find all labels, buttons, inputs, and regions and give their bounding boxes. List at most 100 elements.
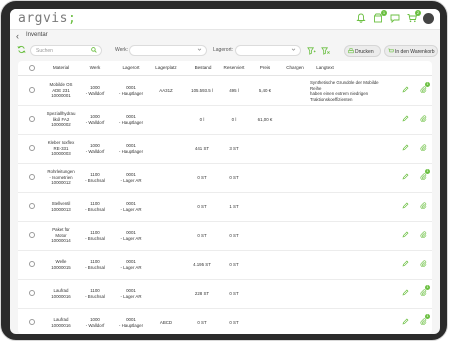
filter-bar: Suchen Werk: Lagerort: Drucken In den Wa… — [10, 43, 440, 59]
material-cell: Kleber Ioxflex RE-331 10000003 — [42, 140, 80, 157]
row-checkbox[interactable] — [29, 203, 35, 209]
column-header[interactable]: Chargen — [280, 65, 310, 70]
table-row[interactable]: Laufrad 10000016 1000- Walldorf 0001- Haupt… — [18, 308, 432, 334]
reserviert-cell: 495 l — [229, 88, 239, 93]
search-input[interactable]: Suchen — [30, 45, 102, 56]
column-header[interactable]: Material — [46, 65, 76, 70]
lagerort-cell-line: - Hauptlager — [118, 322, 144, 328]
material-cell: Laufrad 10000016 — [42, 288, 80, 299]
attachment-icon[interactable] — [420, 202, 427, 211]
bestand-cell: 0 ST — [197, 320, 207, 325]
attachment-icon[interactable] — [420, 115, 427, 124]
material-cell-line: Rohrleitungen — [47, 169, 75, 174]
lagerort-cell: 0001- Lager AR — [114, 172, 148, 183]
avatar[interactable] — [423, 13, 434, 24]
bell-icon[interactable] — [355, 13, 366, 24]
lagerort-cell: 0001- Hauptlager — [114, 317, 148, 328]
edit-pencil-icon[interactable] — [402, 318, 409, 327]
attachment-icon[interactable] — [420, 289, 427, 298]
lagerort-select[interactable] — [235, 45, 301, 56]
column-header[interactable]: Bestand — [188, 65, 218, 70]
column-header[interactable]: Langtext — [310, 65, 340, 70]
app-screen: argvis; 1 2 ‹ Inventar Suchen Werk: Lage… — [10, 9, 440, 334]
werk-cell-line: - Walldorf — [85, 148, 105, 154]
back-arrow-icon[interactable]: ‹ — [16, 31, 19, 41]
attachment-icon[interactable] — [420, 173, 427, 182]
attachment-count-badge: 1 — [425, 169, 430, 174]
material-cell: Paket für Motor 10000014 — [42, 227, 80, 244]
add-to-cart-button[interactable]: In den Warenkorb — [384, 45, 438, 57]
select-all-checkbox[interactable] — [29, 65, 35, 71]
row-checkbox[interactable] — [29, 290, 35, 296]
table-row[interactable]: Stellventil 10000013 1100- Bruchsal 0001- L… — [18, 192, 432, 222]
column-header[interactable]: Werk — [80, 65, 110, 70]
attachment-icon[interactable] — [420, 86, 427, 95]
lagerort-cell-line: - Hauptlager — [118, 148, 144, 154]
attachment-icon[interactable] — [420, 318, 427, 327]
tablet-frame: argvis; 1 2 ‹ Inventar Suchen Werk: Lage… — [0, 0, 448, 341]
attachment-icon[interactable] — [420, 144, 427, 153]
reserviert-cell: 1 ST — [229, 204, 239, 209]
search-icon[interactable] — [91, 47, 97, 55]
row-checkbox[interactable] — [29, 145, 35, 151]
row-checkbox[interactable] — [29, 261, 35, 267]
table-row[interactable]: Mobilde OS ADE 231 10000001 1000- Walldorf 0… — [18, 76, 432, 106]
row-checkbox[interactable] — [29, 319, 35, 325]
edit-pencil-icon[interactable] — [402, 260, 409, 269]
column-header[interactable]: Lagerplatz — [148, 65, 184, 70]
langtext-line: Traktionskoeffizienten — [310, 96, 353, 102]
breadcrumb: ‹ Inventar — [10, 30, 440, 43]
lagerort-label: Lagerort: — [213, 47, 234, 53]
filter-add-icon[interactable] — [307, 46, 316, 57]
table-row[interactable]: Kleber Ioxflex RE-331 10000003 1000- Walldo… — [18, 134, 432, 164]
chevron-down-icon — [197, 47, 202, 54]
werk-select[interactable] — [129, 45, 207, 56]
print-button[interactable]: Drucken — [344, 45, 381, 57]
edit-pencil-icon[interactable] — [402, 173, 409, 182]
edit-pencil-icon[interactable] — [402, 289, 409, 298]
cart-badge: 2 — [415, 10, 421, 16]
table-row[interactable]: Paket für Motor 10000014 1100- Bruchsal 0001… — [18, 221, 432, 251]
row-checkbox[interactable] — [29, 174, 35, 180]
refresh-icon[interactable] — [17, 45, 26, 56]
langtext-cell: Synthetische Grundöle der Mobilde Reihe h… — [310, 80, 390, 102]
column-header[interactable]: Lagerort — [114, 65, 148, 70]
reserviert-cell: 0 ST — [229, 320, 239, 325]
werk-cell: 1100- Bruchsal — [80, 230, 110, 241]
column-header[interactable]: Reserviert — [218, 65, 250, 70]
material-cell-line: 10000003 — [51, 151, 71, 157]
werk-cell-line: - Bruchsal — [85, 293, 105, 299]
row-checkbox[interactable] — [29, 116, 35, 122]
werk-cell: 1000- Walldorf — [80, 114, 110, 125]
cart-icon[interactable]: 2 — [406, 10, 421, 24]
bestand-cell: 105.593.5 l — [191, 88, 213, 93]
material-cell-line: 10000015 — [51, 264, 71, 270]
table-row[interactable]: Rohrleitungen - Isometrien 10000012 1100- B… — [18, 163, 432, 193]
table-row[interactable]: Welle 10000015 1100- Bruchsal 0001- Lager A… — [18, 250, 432, 280]
edit-pencil-icon[interactable] — [402, 115, 409, 124]
row-checkbox[interactable] — [29, 87, 35, 93]
table-row[interactable]: Laufrad 10000016 1100- Bruchsal 0001- Lager… — [18, 279, 432, 309]
edit-pencil-icon[interactable] — [402, 86, 409, 95]
chat-icon[interactable] — [389, 13, 400, 24]
filter-reset-icon[interactable] — [321, 46, 330, 57]
box-badge: 1 — [381, 10, 387, 16]
column-header[interactable]: Preis — [250, 65, 280, 70]
bestand-cell: 0 ST — [197, 175, 207, 180]
table-row[interactable]: Speziallhydrau likól FA2 10000002 1000- Wal… — [18, 105, 432, 135]
app-logo[interactable]: argvis; — [18, 11, 76, 26]
edit-pencil-icon[interactable] — [402, 202, 409, 211]
material-cell-line: 10000002 — [51, 122, 71, 128]
cart-icon — [388, 48, 394, 56]
box-icon[interactable]: 1 — [372, 10, 387, 24]
reserviert-cell: 3 ST — [229, 146, 239, 151]
material-cell-line: 10000016 — [51, 322, 71, 328]
edit-pencil-icon[interactable] — [402, 231, 409, 240]
lagerort-cell: 0001- Lager AR — [114, 288, 148, 299]
row-checkbox[interactable] — [29, 232, 35, 238]
lagerort-cell-line: - Hauptlager — [118, 119, 144, 125]
attachment-icon[interactable] — [420, 260, 427, 269]
attachment-icon[interactable] — [420, 231, 427, 240]
print-label: Drucken — [355, 49, 374, 55]
edit-pencil-icon[interactable] — [402, 144, 409, 153]
